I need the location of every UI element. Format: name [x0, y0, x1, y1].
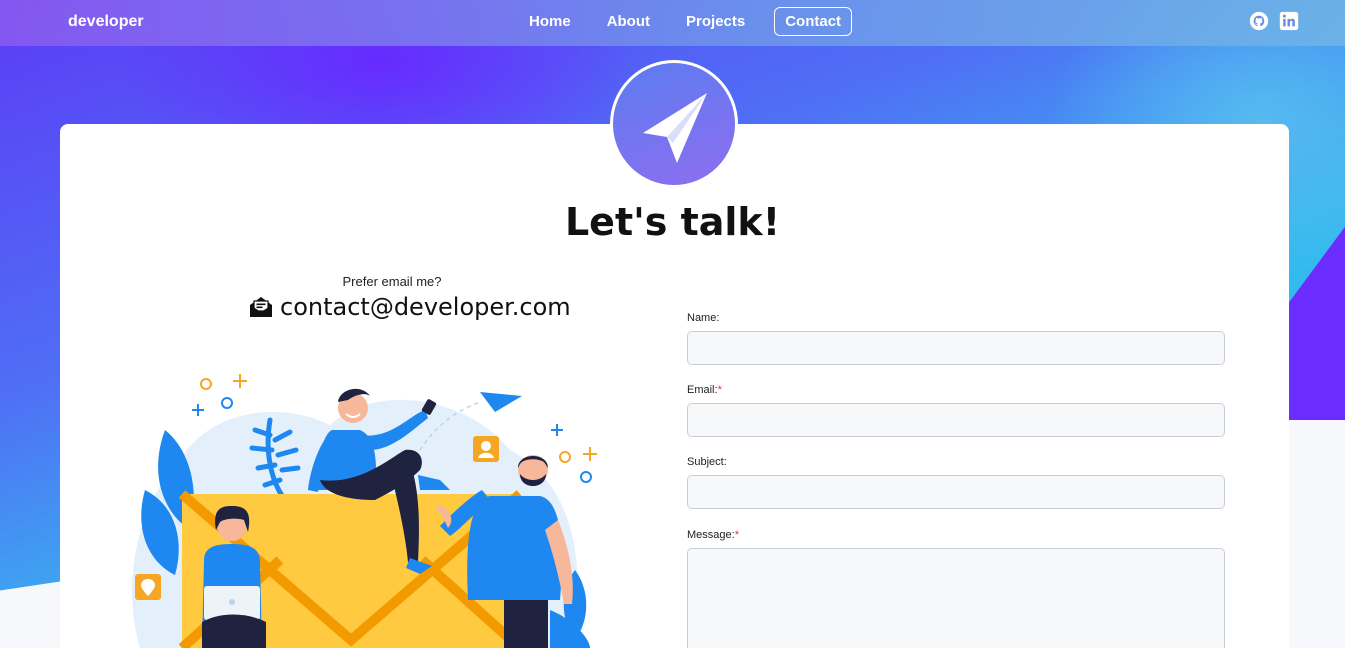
linkedin-icon	[1279, 11, 1299, 31]
required-mark: *	[717, 384, 722, 396]
email-label: Email:*	[687, 384, 722, 396]
email-contact: contact@developer.com	[248, 293, 571, 321]
email-field-group: Email:*	[687, 384, 1225, 437]
nav-link-projects[interactable]: Projects	[669, 7, 762, 36]
name-input[interactable]	[687, 331, 1225, 365]
message-textarea[interactable]	[687, 548, 1225, 648]
name-field-group: Name:	[687, 312, 1225, 365]
name-label: Name:	[687, 312, 720, 324]
subject-field-group: Subject:	[687, 456, 1225, 509]
required-mark: *	[734, 529, 739, 541]
subject-label: Subject:	[687, 456, 727, 468]
prefer-email-text: Prefer email me?	[342, 274, 442, 289]
social-links	[1249, 11, 1299, 31]
email-link[interactable]: contact@developer.com	[280, 293, 571, 321]
brand-logo[interactable]: developer	[68, 13, 144, 31]
message-field-group: Message:*	[687, 529, 1225, 648]
page-title: Let's talk!	[564, 200, 781, 244]
nav-link-home[interactable]: Home	[512, 7, 588, 36]
nav-links: Home About Projects Contact	[512, 7, 854, 36]
github-icon	[1249, 11, 1269, 31]
subject-input[interactable]	[687, 475, 1225, 509]
message-label: Message:*	[687, 529, 739, 541]
github-link[interactable]	[1249, 11, 1269, 31]
envelope-open-icon	[250, 297, 272, 317]
nav-link-about[interactable]: About	[590, 7, 667, 36]
decorative-shape	[1280, 420, 1345, 648]
hero-badge	[610, 60, 738, 188]
email-input[interactable]	[687, 403, 1225, 437]
linkedin-link[interactable]	[1279, 11, 1299, 31]
paper-plane-icon	[643, 93, 707, 163]
top-navbar: developer Home About Projects Contact	[0, 0, 1345, 46]
contact-illustration	[132, 374, 597, 648]
nav-link-contact[interactable]: Contact	[774, 7, 853, 36]
